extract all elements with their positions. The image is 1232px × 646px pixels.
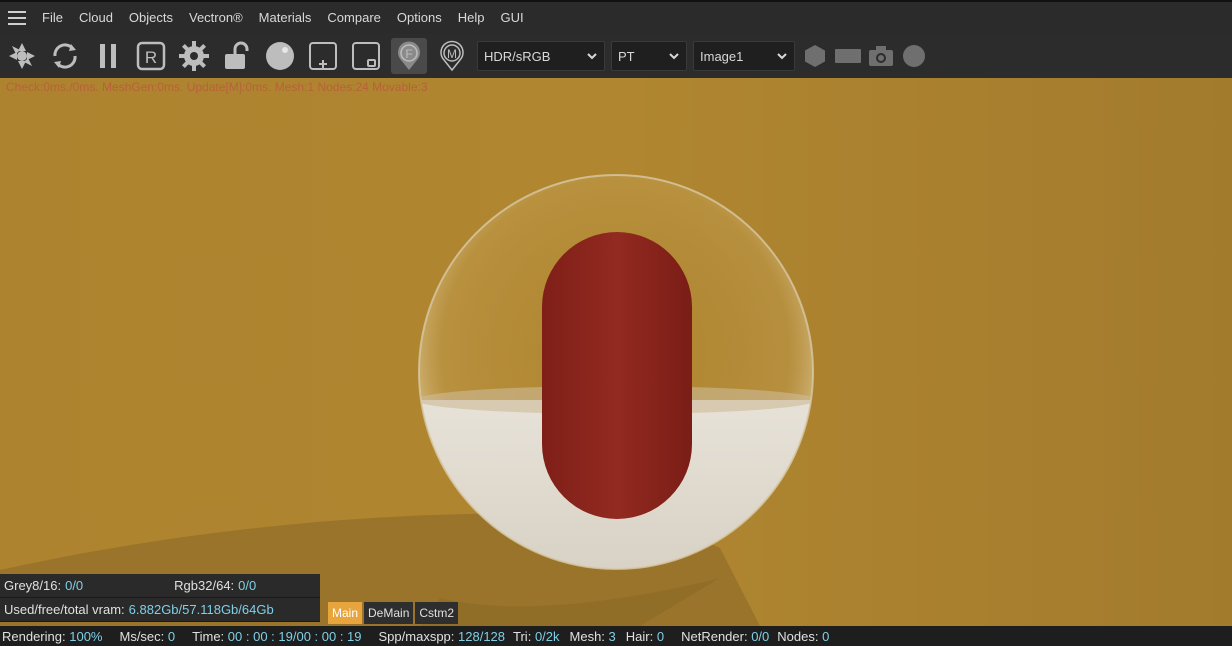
render-scene	[0, 78, 1232, 626]
colorspace-value: HDR/sRGB	[484, 48, 551, 64]
view-tabs: Main DeMain Cstm2	[328, 602, 460, 624]
menu-bar: File Cloud Objects Vectron® Materials Co…	[0, 0, 1232, 34]
status-netrender: NetRender: 0/0	[681, 629, 769, 644]
grey-value: 0/0	[65, 578, 84, 593]
region-select-icon[interactable]	[348, 38, 384, 74]
render-r-icon[interactable]: R	[133, 38, 169, 74]
rgb-label: Rgb32/64:	[174, 578, 235, 593]
menu-compare[interactable]: Compare	[319, 2, 388, 34]
render-viewport[interactable]: Check:0ms./0ms. MeshGen:0ms. Update[M]:0…	[0, 78, 1232, 626]
chevron-down-icon	[669, 53, 679, 60]
status-time: Time: 00 : 00 : 19/00 : 00 : 19	[192, 629, 361, 644]
hamburger-menu-icon[interactable]	[0, 2, 34, 34]
focus-pick-icon[interactable]: F	[391, 38, 427, 74]
chevron-down-icon	[777, 53, 787, 60]
menu-options[interactable]: Options	[389, 2, 450, 34]
image-select[interactable]: Image1	[693, 41, 795, 71]
menu-help[interactable]: Help	[450, 2, 493, 34]
mesh-value: 3	[608, 628, 616, 644]
status-nodes: Nodes: 0	[777, 629, 829, 644]
kernel-select[interactable]: PT	[611, 41, 687, 71]
render-stats-overlay: Check:0ms./0ms. MeshGen:0ms. Update[M]:0…	[6, 80, 428, 94]
camera-icon[interactable]	[867, 42, 895, 70]
sphere-icon[interactable]	[262, 38, 298, 74]
rectangle-icon[interactable]	[834, 42, 862, 70]
buffer-info-row: Grey8/16: 0/0 Rgb32/64: 0/0	[0, 574, 320, 598]
ms-value: 0	[167, 628, 176, 644]
status-mesh: Mesh: 3	[570, 629, 616, 644]
svg-text:F: F	[405, 47, 412, 61]
menu-materials[interactable]: Materials	[251, 2, 320, 34]
vram-value: 6.882Gb/57.118Gb/64Gb	[128, 602, 274, 617]
gear-icon[interactable]	[176, 38, 212, 74]
grey-label: Grey8/16:	[4, 578, 62, 593]
chevron-down-icon	[587, 53, 597, 60]
tab-main[interactable]: Main	[328, 602, 363, 624]
circle-icon[interactable]	[900, 42, 928, 70]
refresh-icon[interactable]	[47, 38, 83, 74]
info-panel: Grey8/16: 0/0 Rgb32/64: 0/0 Used/free/to…	[0, 574, 320, 624]
time-label: Time:	[192, 628, 225, 644]
pause-icon[interactable]	[90, 38, 126, 74]
svg-text:M: M	[447, 47, 457, 61]
hexagon-icon[interactable]	[801, 42, 829, 70]
status-hair: Hair: 0	[626, 629, 664, 644]
aperture-icon[interactable]	[4, 38, 40, 74]
time-value: 00 : 00 : 19/00 : 00 : 19	[227, 628, 362, 644]
hair-value: 0	[656, 628, 665, 644]
menu-cloud[interactable]: Cloud	[71, 2, 121, 34]
status-rendering: Rendering: 100%	[2, 629, 102, 644]
menu-vectron[interactable]: Vectron®	[181, 2, 251, 34]
region-add-icon[interactable]	[305, 38, 341, 74]
colorspace-select[interactable]: HDR/sRGB	[477, 41, 605, 71]
nodes-value: 0	[822, 628, 830, 644]
net-label: NetRender:	[681, 628, 748, 644]
menu-file[interactable]: File	[34, 2, 71, 34]
rgb-value: 0/0	[238, 578, 257, 593]
status-bar: Rendering: 100% Ms/sec: 0 Time: 00 : 00 …	[0, 626, 1232, 646]
tab-demain[interactable]: DeMain	[364, 602, 414, 624]
vram-label: Used/free/total vram:	[4, 602, 125, 617]
menu-gui[interactable]: GUI	[492, 2, 531, 34]
status-ms-per-sec: Ms/sec: 0	[119, 629, 175, 644]
tri-value: 0/2k	[534, 628, 560, 644]
tab-cstm2[interactable]: Cstm2	[415, 602, 459, 624]
toolbar: R F M HDR/sRGB PT Image1	[0, 34, 1232, 78]
image-value: Image1	[700, 48, 744, 64]
vram-info-row: Used/free/total vram: 6.882Gb/57.118Gb/6…	[0, 598, 320, 622]
rendering-value: 100%	[69, 628, 103, 644]
nodes-label: Nodes:	[777, 628, 819, 644]
tri-label: Tri:	[513, 628, 532, 644]
svg-text:R: R	[145, 48, 157, 67]
status-spp: Spp/maxspp: 128/128	[379, 629, 506, 644]
hair-label: Hair:	[625, 628, 654, 644]
spp-label: Spp/maxspp:	[378, 628, 455, 644]
unlock-icon[interactable]	[219, 38, 255, 74]
net-value: 0/0	[751, 628, 770, 644]
kernel-value: PT	[618, 48, 635, 64]
rendering-label: Rendering:	[2, 628, 66, 644]
material-pick-icon[interactable]: M	[434, 38, 470, 74]
ms-label: Ms/sec:	[119, 628, 165, 644]
mesh-label: Mesh:	[569, 628, 605, 644]
status-tri: Tri: 0/2k	[513, 629, 560, 644]
menu-objects[interactable]: Objects	[121, 2, 181, 34]
spp-value: 128/128	[458, 628, 506, 644]
